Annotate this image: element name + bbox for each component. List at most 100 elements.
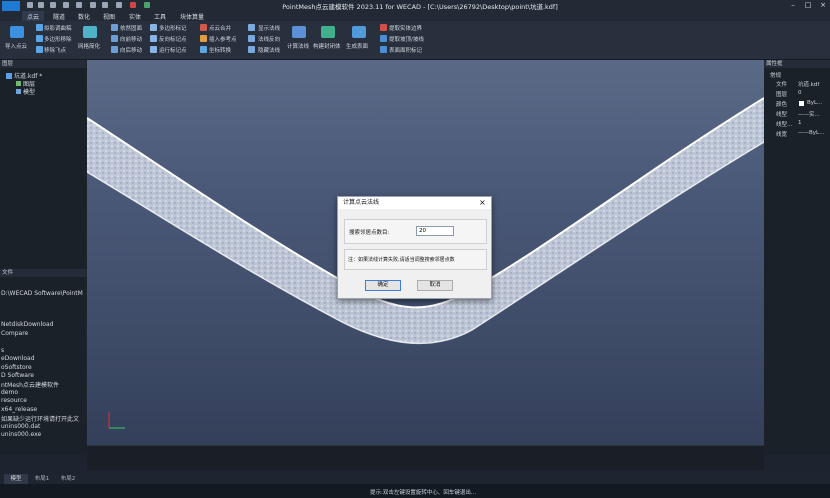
property-name: 图层 bbox=[776, 92, 788, 98]
tab-layout2[interactable]: 布局2 bbox=[56, 474, 80, 484]
ribbon-tool-icon bbox=[150, 24, 157, 31]
file-item[interactable]: oSoftstore bbox=[1, 364, 32, 371]
file-item[interactable]: unins000.dat bbox=[1, 423, 40, 430]
property-name: 文件 bbox=[776, 82, 788, 88]
menu-item[interactable]: 隧道 bbox=[53, 12, 65, 21]
menu-item[interactable]: 数化 bbox=[78, 12, 90, 21]
open-file-icon[interactable] bbox=[38, 2, 44, 8]
close-doc-icon[interactable] bbox=[130, 2, 136, 8]
file-item[interactable]: ntMesh点云建模软件 bbox=[1, 380, 59, 389]
build-closed-body-button[interactable]: 构建封闭体 bbox=[313, 42, 341, 50]
ribbon-button[interactable]: 向后移动 bbox=[120, 46, 142, 54]
file-item[interactable]: NetdiskDownload bbox=[1, 321, 53, 328]
new-file-icon[interactable] bbox=[27, 2, 33, 8]
ribbon-button[interactable]: 多边形标记 bbox=[159, 24, 187, 32]
ribbon-button[interactable]: 反向标记点 bbox=[159, 35, 187, 43]
compute-normals-icon bbox=[292, 26, 306, 38]
ribbon-button[interactable]: 法线反向 bbox=[258, 35, 280, 43]
ribbon-tool-icon bbox=[111, 46, 118, 53]
tree-item-label: 模型 bbox=[23, 89, 36, 96]
ribbon-tool-icon bbox=[380, 46, 387, 53]
ribbon-button[interactable]: 向前移动 bbox=[120, 35, 142, 43]
ribbon-button[interactable]: 插入参考点 bbox=[209, 35, 237, 43]
mesh-simplify-button[interactable]: 网格简化 bbox=[78, 42, 100, 50]
command-line[interactable] bbox=[87, 445, 764, 470]
file-item[interactable]: D Software bbox=[1, 372, 34, 379]
undo-icon[interactable] bbox=[90, 2, 96, 8]
menu-item[interactable]: 块体算量 bbox=[180, 12, 204, 21]
tree-item-model[interactable]: 模型 bbox=[16, 87, 35, 96]
ribbon-tool-icon bbox=[150, 46, 157, 53]
file-item[interactable]: demo bbox=[1, 389, 18, 396]
generate-surface-icon bbox=[352, 26, 366, 38]
ribbon-tool-icon bbox=[200, 24, 207, 31]
layout-tabs bbox=[0, 474, 830, 484]
ribbon-tool-icon bbox=[36, 46, 43, 53]
ribbon-tool-icon bbox=[200, 46, 207, 53]
search-count-input[interactable] bbox=[416, 226, 454, 236]
ribbon-button[interactable]: 提取坡顶/坡线 bbox=[389, 35, 424, 43]
property-name: 线型... bbox=[776, 122, 793, 128]
windows-icon[interactable] bbox=[116, 2, 122, 8]
property-value[interactable]: ByL... bbox=[807, 100, 822, 106]
layer-icon bbox=[16, 81, 21, 86]
maximize-icon[interactable]: □ bbox=[801, 1, 815, 10]
ok-button[interactable]: 确定 bbox=[365, 280, 401, 291]
ribbon-button[interactable]: 多边形移除 bbox=[44, 35, 72, 43]
file-item[interactable]: eDownload bbox=[1, 355, 35, 362]
property-value[interactable]: 0 bbox=[798, 90, 802, 96]
model-icon bbox=[16, 89, 21, 94]
ribbon-button[interactable]: 坐标转换 bbox=[209, 46, 231, 54]
file-item[interactable]: s bbox=[1, 347, 4, 354]
menu-item[interactable]: 实体 bbox=[129, 12, 141, 21]
file-item[interactable]: resource bbox=[1, 397, 27, 404]
file-item[interactable]: unins000.exe bbox=[1, 431, 41, 438]
ribbon-tool-icon bbox=[200, 35, 207, 42]
ribbon-button[interactable]: 表面面积标记 bbox=[389, 46, 422, 54]
dialog-titlebar: 计算点云法线 × bbox=[338, 197, 491, 209]
property-value[interactable]: ——实... bbox=[798, 110, 820, 118]
ribbon-tool-icon bbox=[380, 24, 387, 31]
cancel-button[interactable]: 取消 bbox=[417, 280, 453, 291]
tab-layout1[interactable]: 布局1 bbox=[30, 474, 54, 484]
ribbon-button[interactable]: 拟影调曲稿 bbox=[44, 24, 72, 32]
ribbon-tool-icon bbox=[150, 35, 157, 42]
ribbon-button[interactable]: 隐藏法线 bbox=[258, 46, 280, 54]
ribbon-button[interactable]: 运行标记点 bbox=[159, 46, 187, 54]
note-text: 注：如果法线计算失败,请适当调整搜索邻居点数 bbox=[348, 257, 455, 263]
compute-normals-button[interactable]: 计算法线 bbox=[287, 42, 309, 50]
menu-item[interactable]: 视图 bbox=[103, 12, 115, 21]
ribbon-button[interactable]: 点云合并 bbox=[209, 24, 231, 32]
properties-panel-title: 属性框 bbox=[764, 60, 830, 68]
property-value[interactable]: ——ByL... bbox=[798, 130, 824, 136]
redo-icon[interactable] bbox=[102, 2, 108, 8]
print-icon[interactable] bbox=[76, 2, 82, 8]
ribbon-button[interactable]: 提取实体边界 bbox=[389, 24, 422, 32]
menu-item[interactable]: 工具 bbox=[154, 12, 166, 21]
ribbon-tool-icon bbox=[111, 35, 118, 42]
property-value[interactable]: 坑道.kdf bbox=[798, 80, 819, 88]
close-icon[interactable]: × bbox=[816, 1, 830, 10]
window-title: PointMesh点云建模软件 2023.11 for WECAD - [C:\… bbox=[282, 3, 558, 11]
property-value[interactable]: 1 bbox=[798, 120, 802, 126]
check-icon[interactable] bbox=[144, 2, 150, 8]
menu-item[interactable]: 点云 bbox=[27, 12, 39, 21]
ribbon-button[interactable]: 依然固面 bbox=[120, 24, 142, 32]
file-item[interactable]: 如果缺少运行环境请打开此文 bbox=[1, 414, 79, 423]
compute-normals-dialog: 计算点云法线 × 搜索邻居点数目: 注：如果法线计算失败,请适当调整搜索邻居点数… bbox=[337, 196, 492, 299]
file-item[interactable]: x64_release bbox=[1, 406, 37, 413]
save-as-icon[interactable] bbox=[63, 2, 69, 8]
generate-surface-button[interactable]: 生成表面 bbox=[346, 42, 368, 50]
import-cloud-button[interactable]: 导入点云 bbox=[5, 42, 27, 50]
ribbon-button[interactable]: 显示法线 bbox=[258, 24, 280, 32]
ribbon-button[interactable]: 移除飞点 bbox=[44, 46, 66, 54]
property-group[interactable]: 常规 bbox=[770, 71, 781, 79]
tab-model[interactable]: 模型 bbox=[4, 474, 28, 484]
files-path[interactable]: D:\WECAD Software\PointM bbox=[1, 290, 83, 297]
save-icon[interactable] bbox=[50, 2, 56, 8]
ribbon-tool-icon bbox=[380, 35, 387, 42]
minimize-icon[interactable]: – bbox=[786, 1, 800, 10]
ribbon-tool-icon bbox=[248, 46, 255, 53]
file-item[interactable]: Compare bbox=[1, 330, 28, 337]
dialog-close-icon[interactable]: × bbox=[479, 197, 486, 209]
